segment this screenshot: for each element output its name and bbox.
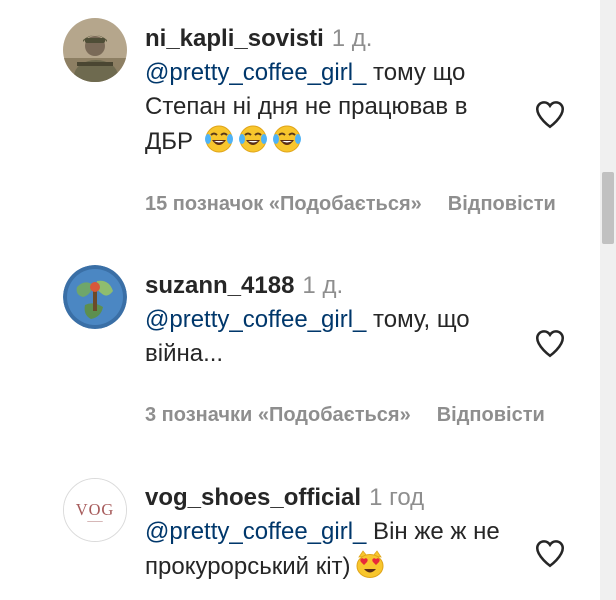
comment-meta: 15 позначок «Подобається» Відповісти [145,193,556,216]
comment-username[interactable]: ni_kapli_sovisti [145,25,324,52]
comment-timestamp[interactable]: 1 д. [302,272,343,299]
vog-logo-text: VOG [76,500,115,519]
comment-meta: 3 позначки «Подобається» Відповісти [145,404,545,427]
scrollbar-thumb[interactable] [602,172,614,244]
likes-count-link[interactable]: 3 позначки «Подобається» [145,404,411,426]
comment-text: ni_kapli_sovisti 1 д. @pretty_coffee_girl… [145,22,520,159]
comment-mention[interactable]: @pretty_coffee_girl_ [145,59,366,86]
tears-of-joy-emoji-icon [238,124,268,154]
avatar[interactable]: VOG [63,478,127,542]
comment-text: suzann_4188 1 д. @pretty_coffee_girl_ том… [145,269,520,371]
avatar[interactable] [63,18,127,82]
reply-button[interactable]: Відповісти [448,193,556,215]
scrollbar[interactable] [600,0,616,600]
comment-mention[interactable]: @pretty_coffee_girl_ [145,518,366,545]
avatar[interactable] [63,265,127,329]
vog-logo-avatar-icon: VOG [64,479,126,541]
likes-count-link[interactable]: 15 позначок «Подобається» [145,193,422,215]
like-heart-icon[interactable] [533,536,567,570]
reply-button[interactable]: Відповісти [437,404,545,426]
comment-text: vog_shoes_official 1 год @pretty_coffee_g… [145,481,520,584]
comment-timestamp[interactable]: 1 д. [332,25,373,52]
comment-timestamp[interactable]: 1 год [369,484,424,511]
comment-username[interactable]: suzann_4188 [145,272,294,299]
like-heart-icon[interactable] [533,326,567,360]
like-heart-icon[interactable] [533,97,567,131]
tears-of-joy-emoji-icon [272,124,302,154]
tears-of-joy-emoji-icon [204,124,234,154]
globe-painting-avatar-icon [63,265,127,329]
heart-eyes-cat-emoji-icon [355,549,385,579]
comment-mention[interactable]: @pretty_coffee_girl_ [145,306,366,333]
soldier-photo-avatar-icon [63,18,127,82]
comment-username[interactable]: vog_shoes_official [145,484,361,511]
comments-list: ni_kapli_sovisti 1 д. @pretty_coffee_girl… [0,0,600,600]
